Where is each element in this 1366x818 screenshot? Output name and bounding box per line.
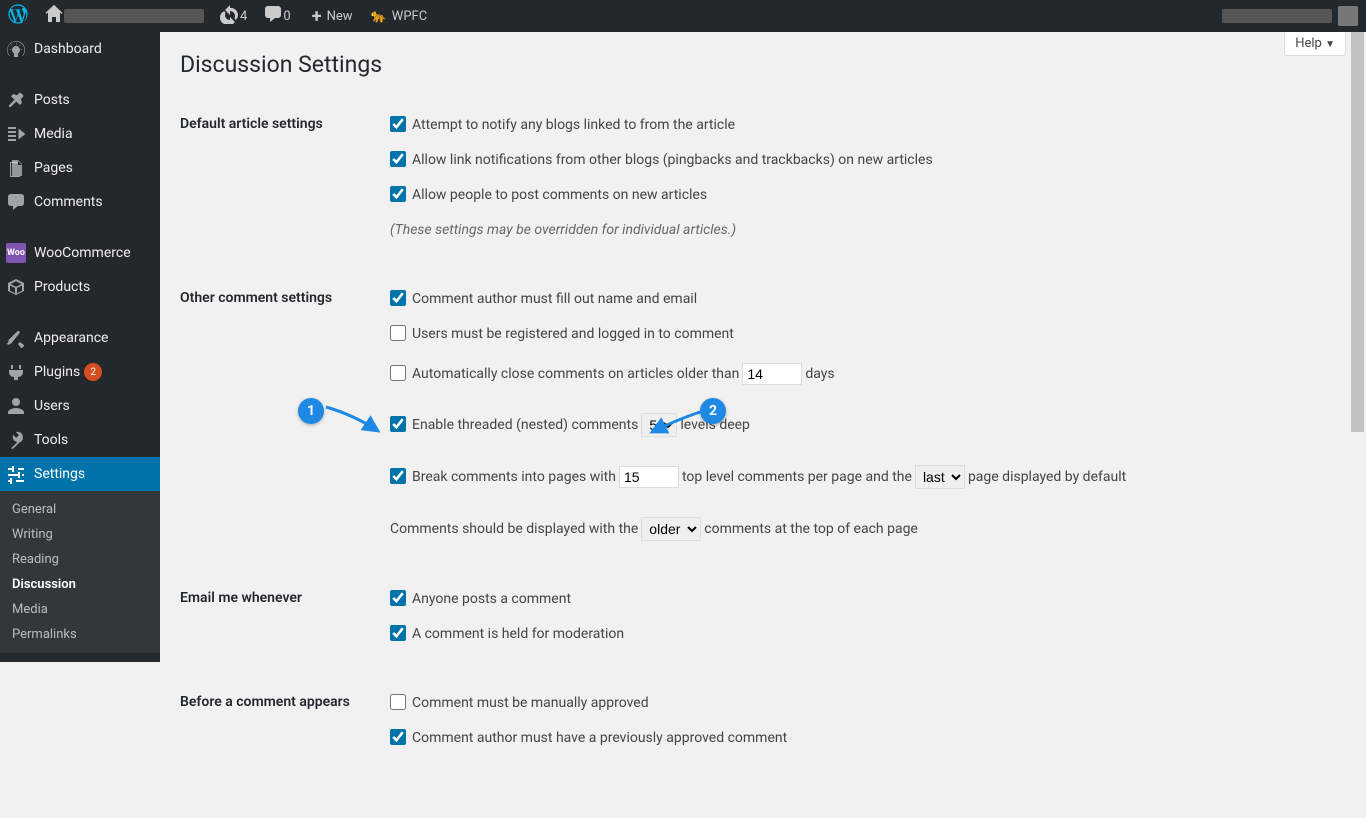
opt-comment-order[interactable]: Comments should be displayed with the ol…: [390, 517, 918, 541]
scrollbar[interactable]: [1349, 32, 1366, 662]
annotation-2: 2: [700, 398, 726, 424]
site-home-icon[interactable]: [36, 0, 212, 32]
section-default-article: Default article settings: [180, 96, 380, 270]
media-icon: [6, 124, 26, 144]
admin-sidebar: Dashboard Posts Media Pages Comments Woo…: [0, 32, 160, 662]
opt-allow-comments[interactable]: Allow people to post comments on new art…: [390, 185, 1336, 206]
products-icon: [6, 277, 26, 297]
wpfc-button[interactable]: 🐆 WPFC: [361, 0, 436, 32]
sidebar-item-pages[interactable]: Pages: [0, 151, 160, 185]
scrollbar-thumb[interactable]: [1351, 32, 1364, 432]
updates-icon[interactable]: 4: [212, 0, 255, 32]
sidebar-item-users[interactable]: Users: [0, 389, 160, 423]
chevron-down-icon: ▼: [1325, 39, 1335, 50]
checkbox-paginate[interactable]: [390, 468, 406, 484]
brush-icon: [6, 328, 26, 348]
opt-require-name-email[interactable]: Comment author must fill out name and em…: [390, 289, 1336, 310]
sidebar-item-products[interactable]: Products: [0, 270, 160, 304]
submenu-general[interactable]: General: [0, 497, 160, 522]
page-title: Discussion Settings: [180, 42, 1346, 82]
new-content-button[interactable]: +New: [299, 0, 361, 32]
opt-allow-pingbacks[interactable]: Allow link notifications from other blog…: [390, 150, 1336, 171]
checkbox-anyone-posts[interactable]: [390, 590, 406, 606]
opt-manually-approved[interactable]: Comment must be manually approved: [390, 693, 1336, 714]
submenu-permalinks[interactable]: Permalinks: [0, 622, 160, 647]
checkbox-require-name-email[interactable]: [390, 290, 406, 306]
dashboard-icon: [6, 39, 26, 59]
sidebar-item-tools[interactable]: Tools: [0, 423, 160, 457]
pages-icon: [6, 158, 26, 178]
submenu-writing[interactable]: Writing: [0, 522, 160, 547]
wrench-icon: [6, 430, 26, 450]
opt-notify-blogs[interactable]: Attempt to notify any blogs linked to fr…: [390, 115, 1336, 136]
sidebar-item-settings[interactable]: Settings: [0, 457, 160, 491]
checkbox-notify-blogs[interactable]: [390, 116, 406, 132]
checkbox-prev-approved[interactable]: [390, 729, 406, 745]
woo-icon: Woo: [6, 243, 26, 263]
sidebar-item-comments[interactable]: Comments: [0, 185, 160, 219]
input-paginate-count[interactable]: [619, 466, 679, 488]
checkbox-allow-pingbacks[interactable]: [390, 151, 406, 167]
checkbox-close-old[interactable]: [390, 365, 406, 381]
submenu-reading[interactable]: Reading: [0, 547, 160, 572]
opt-held-moderation[interactable]: A comment is held for moderation: [390, 624, 1336, 645]
checkbox-manually-approved[interactable]: [390, 694, 406, 710]
checkbox-threaded[interactable]: [390, 416, 406, 432]
wp-logo-icon[interactable]: [0, 0, 36, 32]
sidebar-item-plugins[interactable]: Plugins2: [0, 355, 160, 389]
input-close-old-days[interactable]: [742, 363, 802, 385]
pin-icon: [6, 90, 26, 110]
comments-icon[interactable]: 0: [255, 0, 298, 32]
submenu-media[interactable]: Media: [0, 597, 160, 622]
sidebar-item-posts[interactable]: Posts: [0, 83, 160, 117]
override-note: (These settings may be overridden for in…: [390, 220, 1336, 241]
opt-require-registered[interactable]: Users must be registered and logged in t…: [390, 324, 1336, 345]
select-comment-order[interactable]: older: [641, 517, 701, 541]
admin-toolbar: 4 0 +New 🐆 WPFC: [0, 0, 1366, 32]
user-icon: [6, 396, 26, 416]
plugins-badge: 2: [84, 363, 102, 381]
sidebar-item-dashboard[interactable]: Dashboard: [0, 32, 160, 66]
submenu-discussion[interactable]: Discussion: [0, 572, 160, 597]
opt-paginate[interactable]: Break comments into pages with top level…: [390, 465, 1126, 489]
help-tab[interactable]: Help ▼: [1284, 32, 1346, 56]
checkbox-require-registered[interactable]: [390, 325, 406, 341]
annotation-1: 1: [298, 398, 324, 424]
annotation-arrow-1: [324, 403, 384, 437]
checkbox-allow-comments[interactable]: [390, 186, 406, 202]
sidebar-item-media[interactable]: Media: [0, 117, 160, 151]
section-email-me: Email me whenever: [180, 570, 380, 674]
plug-icon: [6, 362, 26, 382]
section-before-comment: Before a comment appears: [180, 674, 380, 778]
checkbox-held-moderation[interactable]: [390, 625, 406, 641]
sliders-icon: [6, 464, 26, 484]
select-paginate-default[interactable]: last: [915, 465, 965, 489]
opt-close-old[interactable]: Automatically close comments on articles…: [390, 363, 835, 385]
leopard-icon: 🐆: [369, 9, 389, 24]
sidebar-item-woocommerce[interactable]: WooWooCommerce: [0, 236, 160, 270]
comments-icon: [6, 192, 26, 212]
settings-submenu: General Writing Reading Discussion Media…: [0, 491, 160, 653]
sidebar-item-appearance[interactable]: Appearance: [0, 321, 160, 355]
opt-anyone-posts[interactable]: Anyone posts a comment: [390, 589, 1336, 610]
user-account[interactable]: [1214, 0, 1366, 32]
opt-prev-approved[interactable]: Comment author must have a previously ap…: [390, 728, 1336, 749]
annotation-arrow-2: [648, 410, 704, 438]
